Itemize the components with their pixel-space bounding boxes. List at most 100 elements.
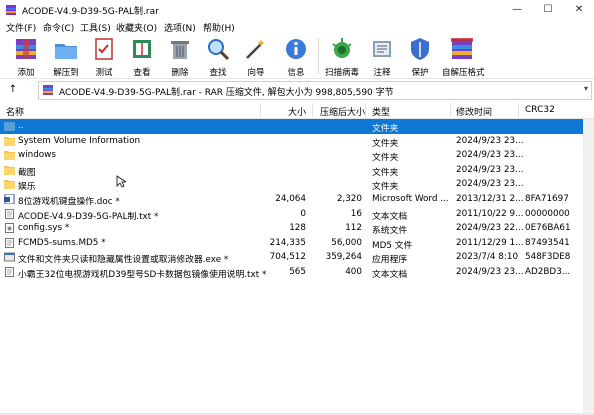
- column-divider[interactable]: [450, 103, 451, 117]
- protect-label: 保护: [411, 68, 429, 78]
- column-name[interactable]: 名称: [6, 105, 24, 118]
- column-packed[interactable]: 压缩后大小: [320, 105, 365, 118]
- column-size[interactable]: 大小: [288, 105, 306, 118]
- menu-commands[interactable]: 命令(C): [43, 21, 74, 34]
- wizard-icon: [246, 39, 265, 59]
- file-row[interactable]: 小霸王32位电视游戏机D39型号SD卡数据包镜像使用说明.txt * 565 400…: [0, 265, 594, 280]
- file-row[interactable]: ACODE-V4.9-D39-5G-PAL制.txt * 0 16 文本文档 2011/…: [0, 207, 594, 222]
- file-modified: 2024/9/23 23...: [456, 267, 524, 277]
- file-row[interactable]: 8位游戏机键盘操作.doc * 24,064 2,320 Microsoft Word…: [0, 192, 594, 207]
- text-file-icon: [5, 208, 14, 219]
- view-icon: [133, 40, 151, 58]
- file-type: 文件夹: [372, 167, 399, 178]
- mouse-cursor-icon: [116, 175, 126, 188]
- file-name: ACODE-V4.9-D39-5G-PAL制.txt *: [18, 211, 159, 222]
- file-row[interactable]: config.sys * 128 112 系统文件 2024/9/23 22... 0E7…: [0, 221, 594, 236]
- folder-icon: [4, 151, 15, 161]
- close-button[interactable]: ✕: [564, 0, 594, 20]
- test-icon: [95, 38, 113, 60]
- file-packed-size: 400: [345, 267, 362, 277]
- address-text: ACODE-V4.9-D39-5G-PAL制.rar - RAR 压缩文件, 解…: [59, 88, 394, 98]
- column-modified[interactable]: 修改时间: [456, 105, 492, 118]
- file-size: 214,335: [269, 237, 306, 248]
- file-row[interactable]: .. 文件夹: [0, 119, 594, 134]
- exe-file-icon: [4, 252, 15, 262]
- column-divider[interactable]: [260, 103, 261, 117]
- column-divider[interactable]: [365, 103, 366, 117]
- wizard-label: 向导: [247, 68, 265, 78]
- find-button[interactable]: 查找: [198, 36, 238, 78]
- view-button[interactable]: 查看: [122, 36, 162, 78]
- column-divider[interactable]: [518, 103, 519, 117]
- file-packed-size: 56,000: [331, 237, 362, 248]
- add-button[interactable]: 添加: [6, 36, 46, 78]
- virus-scan-button[interactable]: 扫描病毒: [322, 36, 362, 78]
- find-icon: [208, 39, 230, 61]
- file-type: 文本文档: [372, 211, 408, 222]
- info-button[interactable]: 信息: [276, 36, 316, 78]
- wizard-button[interactable]: 向导: [236, 36, 276, 78]
- file-packed-size: 2,320: [336, 194, 362, 204]
- maximize-button[interactable]: ☐: [533, 0, 563, 20]
- menu-tools[interactable]: 工具(S): [80, 21, 111, 34]
- delete-button[interactable]: 删除: [160, 36, 200, 78]
- file-type: 文件夹: [372, 153, 399, 164]
- folder-icon: [4, 180, 15, 190]
- file-packed-size: 359,264: [325, 252, 362, 263]
- file-row[interactable]: 娱乐 文件夹 2024/9/23 23...: [0, 177, 594, 192]
- column-type[interactable]: 类型: [372, 105, 390, 118]
- sfx-button[interactable]: 自解压格式: [442, 36, 485, 78]
- system-file-icon: [5, 223, 14, 234]
- file-row[interactable]: 文件和文件夹只读和隐藏属性设置或取消修改器.exe * 704,512 359,26…: [0, 250, 594, 265]
- file-modified: 2024/9/23 23...: [456, 179, 524, 190]
- file-name: 娱乐: [18, 182, 36, 193]
- minimize-button[interactable]: —: [502, 0, 532, 20]
- column-crc[interactable]: CRC32: [525, 105, 555, 115]
- scrollbar-area[interactable]: [583, 119, 594, 415]
- protect-button[interactable]: 保护: [400, 36, 440, 78]
- menu-favorites[interactable]: 收藏夹(O): [116, 21, 157, 34]
- file-row[interactable]: 截图 文件夹 2024/9/23 23...: [0, 163, 594, 178]
- file-modified: 2024/9/23 23...: [456, 135, 524, 146]
- comment-button[interactable]: 注释: [362, 36, 402, 78]
- file-modified: 2024/9/23 22...: [456, 223, 524, 234]
- address-field[interactable]: ACODE-V4.9-D39-5G-PAL制.rar - RAR 压缩文件, 解…: [38, 81, 592, 100]
- winrar-app-icon: [6, 5, 16, 15]
- column-divider[interactable]: [312, 103, 313, 117]
- file-modified: 2011/10/22 9...: [456, 208, 524, 219]
- folder-icon: [4, 136, 15, 146]
- file-row[interactable]: FCMD5-sums.MD5 * 214,335 56,000 MD5 文件 2011/…: [0, 236, 594, 251]
- chevron-down-icon[interactable]: ▾: [584, 84, 588, 93]
- file-type: 文件夹: [372, 124, 399, 134]
- info-icon: [286, 39, 306, 59]
- file-modified: 2023/7/4 8:10: [456, 252, 519, 263]
- file-type: 文件夹: [372, 182, 399, 193]
- add-label: 添加: [17, 68, 35, 78]
- virus-scan-icon: [332, 38, 352, 58]
- extract-to-button[interactable]: 解压到: [46, 36, 86, 78]
- file-crc: 87493541: [525, 237, 570, 248]
- title-bar: ACODE-V4.9-D39-5G-PAL制.rar — ☐ ✕: [0, 0, 594, 20]
- file-type: 文件夹: [372, 138, 399, 149]
- file-type: 应用程序: [372, 255, 408, 266]
- rar-archive-icon: [43, 85, 53, 95]
- text-file-icon: [5, 237, 14, 248]
- file-name: 截图: [18, 167, 36, 178]
- up-arrow-icon[interactable]: ↑: [6, 83, 20, 97]
- find-label: 查找: [209, 68, 227, 78]
- sfx-icon: [451, 38, 473, 59]
- file-name: 小霸王32位电视游戏机D39型号SD卡数据包镜像使用说明.txt *: [18, 270, 267, 280]
- file-crc: 548F3DE8: [525, 252, 571, 263]
- test-button[interactable]: 测试: [84, 36, 124, 78]
- file-crc: AD2BD3...: [525, 267, 571, 277]
- file-modified: 2024/9/23 23...: [456, 150, 524, 161]
- file-name: System Volume Information: [18, 135, 141, 146]
- file-row[interactable]: System Volume Information 文件夹 2024/9/23 23…: [0, 134, 594, 149]
- view-label: 查看: [133, 68, 151, 78]
- menu-options[interactable]: 选项(N): [164, 21, 196, 34]
- menu-help[interactable]: 帮助(H): [203, 21, 235, 34]
- add-archive-icon: [16, 39, 36, 59]
- file-row[interactable]: windows 文件夹 2024/9/23 23...: [0, 148, 594, 163]
- comment-icon: [373, 41, 391, 57]
- menu-file[interactable]: 文件(F): [6, 21, 36, 34]
